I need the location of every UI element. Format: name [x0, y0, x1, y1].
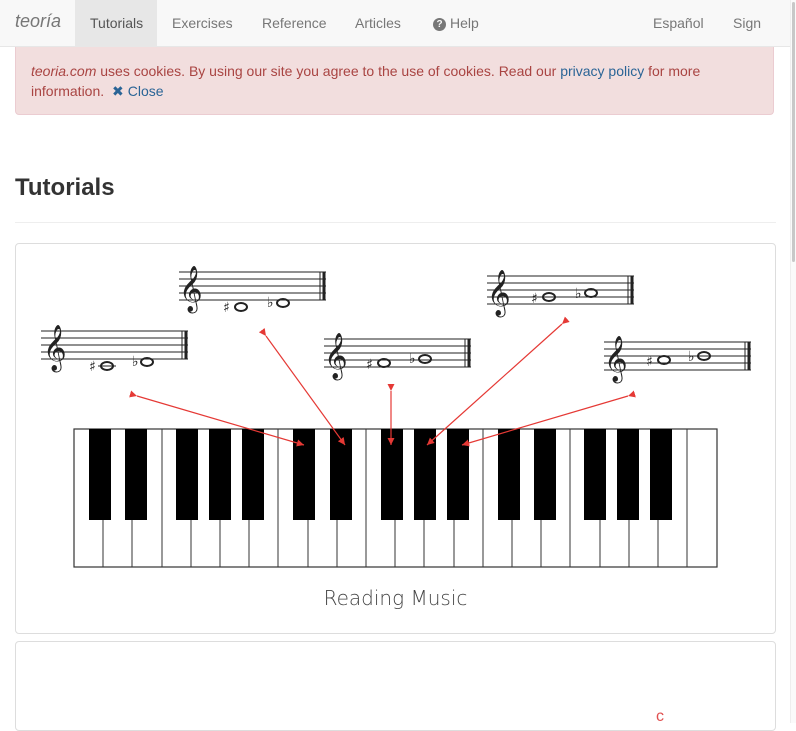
svg-text:♯: ♯	[531, 291, 538, 307]
staff-5: 𝄞 ♯ ♭	[604, 336, 751, 384]
svg-text:♭: ♭	[688, 349, 695, 365]
svg-text:♯: ♯	[223, 300, 230, 316]
sign-in-link[interactable]: Sign in	[718, 0, 790, 77]
staff-2: 𝄞 ♯ ♭	[179, 266, 326, 316]
privacy-policy-link[interactable]: privacy policy	[560, 63, 644, 79]
svg-text:𝄞: 𝄞	[604, 336, 628, 384]
card-2-image-fragment: c	[656, 708, 664, 725]
svg-text:♯: ♯	[366, 357, 373, 373]
cookie-alert-text: uses cookies. By using our site you agre…	[96, 63, 561, 79]
cookie-close-button[interactable]: ✖ Close	[112, 83, 164, 99]
nav-tab-exercises[interactable]: Exercises	[157, 0, 248, 46]
reading-music-illustration: 𝄞 ♯ ♭ 𝄞 ♯ ♭ 𝄞 ♯ ♭ 𝄞 ♯ ♭ 𝄞 ♯ ♭	[41, 266, 751, 568]
close-x-icon: ✖	[112, 83, 124, 99]
nav-tab-articles[interactable]: Articles	[340, 0, 416, 46]
svg-text:♯: ♯	[646, 354, 653, 370]
connection-arrows	[129, 316, 636, 447]
svg-text:𝄞: 𝄞	[487, 270, 511, 318]
scrollbar-thumb[interactable]	[792, 2, 795, 262]
staff-3: 𝄞 ♯ ♭	[324, 333, 471, 381]
nav-tab-help[interactable]: ? Help	[418, 0, 494, 46]
page-title: Tutorials	[15, 174, 115, 201]
top-navbar: teoría Tutorials Exercises Reference Art…	[0, 0, 790, 77]
card-caption[interactable]: Reading Music	[16, 586, 775, 610]
close-label: Close	[127, 83, 164, 99]
svg-text:𝄞: 𝄞	[324, 333, 348, 381]
svg-text:♯: ♯	[89, 359, 96, 375]
question-circle-icon: ?	[433, 18, 446, 31]
svg-text:♭: ♭	[409, 351, 416, 367]
cookie-alert-site-name: teoria.com	[31, 63, 97, 79]
nav-tab-tutorials[interactable]: Tutorials	[75, 0, 157, 46]
staff-4: 𝄞 ♯ ♭	[487, 270, 634, 318]
staff-1: 𝄞 ♯ ♭	[41, 325, 188, 375]
cookie-alert: teoria.com uses cookies. By using our si…	[15, 47, 774, 115]
brand-logo[interactable]: teoría	[15, 11, 61, 32]
tutorial-card-reading-music[interactable]: 𝄞 ♯ ♭ 𝄞 ♯ ♭ 𝄞 ♯ ♭ 𝄞 ♯ ♭ 𝄞 ♯ ♭ Reading Mu…	[15, 243, 776, 634]
piano-keyboard	[73, 428, 718, 568]
svg-text:♭: ♭	[575, 286, 582, 302]
svg-text:♭: ♭	[132, 354, 139, 370]
heading-divider	[15, 222, 776, 223]
nav-tab-reference[interactable]: Reference	[247, 0, 342, 46]
svg-text:𝄞: 𝄞	[43, 325, 67, 373]
nav-help-label: Help	[450, 15, 479, 31]
language-switch-link[interactable]: Español	[638, 0, 719, 46]
tutorial-card-2[interactable]: c	[15, 641, 776, 731]
svg-text:𝄞: 𝄞	[179, 266, 203, 314]
svg-text:♭: ♭	[267, 295, 274, 311]
